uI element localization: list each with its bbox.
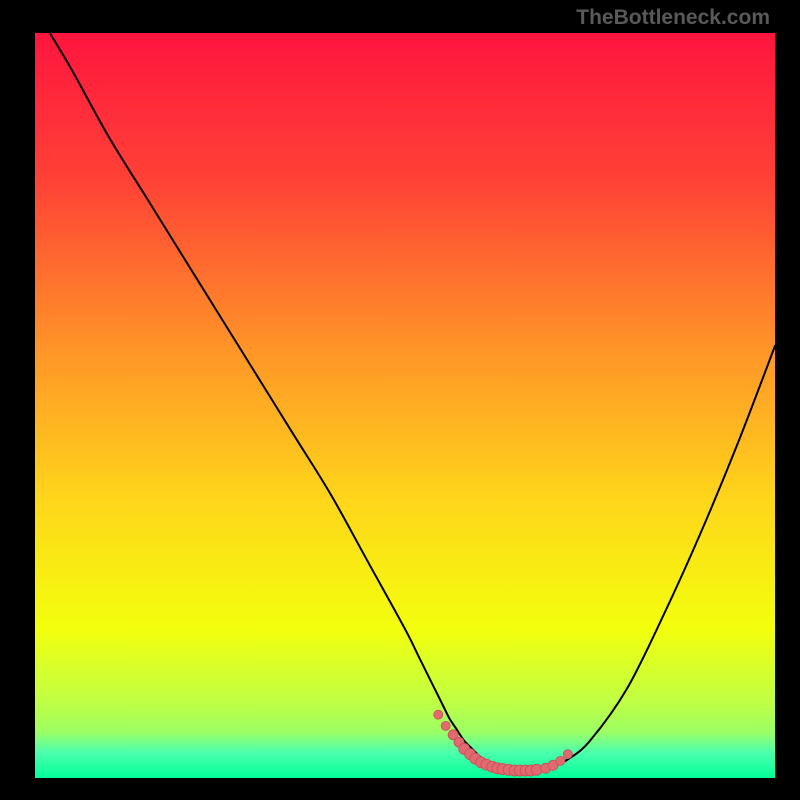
watermark-text: TheBottleneck.com — [576, 6, 770, 30]
bottleneck-curve — [50, 33, 775, 771]
chart-stage: TheBottleneck.com — [0, 0, 800, 800]
valley-marker — [556, 756, 565, 765]
plot-area — [35, 33, 775, 778]
valley-marker — [441, 721, 450, 730]
valley-markers — [434, 710, 573, 776]
curve-layer — [35, 33, 775, 778]
valley-marker — [434, 710, 443, 719]
valley-marker — [563, 750, 572, 759]
